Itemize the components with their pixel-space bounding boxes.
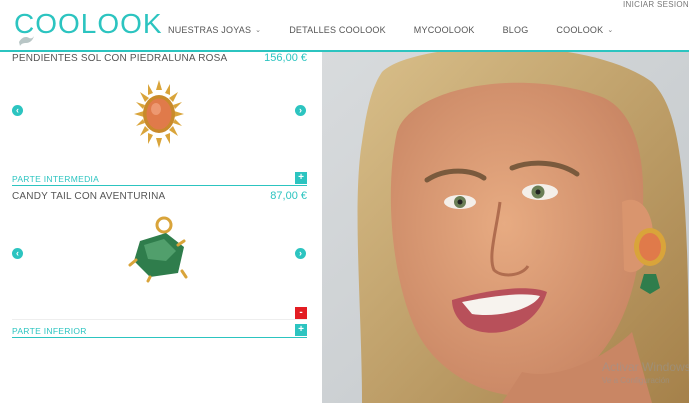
section-label: PARTE INTERMEDIA: [12, 174, 100, 184]
nav-item-label: MYCOOLOOK: [413, 25, 475, 35]
nav-item-label: COOLOOK: [556, 25, 604, 35]
product-title: PENDIENTES SOL CON PIEDRALUNA ROSA: [12, 53, 228, 64]
expand-plus-icon[interactable]: +: [295, 324, 307, 336]
nav-item-detalles-coolook[interactable]: DETALLES COOLOOK: [289, 25, 386, 35]
nav-item-mycoolook[interactable]: MYCOOLOOK: [414, 25, 475, 35]
nav-item-label: DETALLES COOLOOK: [289, 25, 386, 35]
prev-arrow-icon[interactable]: ‹: [12, 248, 23, 259]
bird-logo-icon: [19, 36, 34, 46]
signin-link[interactable]: INICIAR SESION: [623, 0, 689, 9]
model-portrait-image: [322, 52, 689, 403]
nav-item-blog[interactable]: BLOG: [503, 25, 529, 35]
watermark-text: Activar Windows: [602, 360, 689, 374]
product-title: CANDY TAIL CON AVENTURINA: [12, 191, 166, 202]
header: COOLOOK INICIAR SESION NUESTRAS JOYAS ⌄ …: [0, 0, 689, 52]
section-label: PARTE INFERIOR: [12, 326, 87, 336]
nav-item-label: NUESTRAS JOYAS: [168, 25, 252, 35]
next-arrow-icon[interactable]: ›: [295, 248, 306, 259]
product-price: 87,00 €: [270, 190, 307, 202]
section-parte-inferior[interactable]: PARTE INFERIOR +: [12, 324, 307, 338]
chevron-down-icon: ⌄: [607, 27, 614, 34]
prev-arrow-icon[interactable]: ‹: [12, 105, 23, 116]
earring-image[interactable]: [128, 76, 190, 152]
section-parte-intermedia[interactable]: PARTE INTERMEDIA +: [12, 172, 307, 186]
nav-item-label: BLOG: [502, 25, 529, 35]
nav-item-coolook[interactable]: COOLOOK ⌄: [556, 25, 613, 35]
divider: [12, 319, 307, 320]
next-arrow-icon[interactable]: ›: [295, 105, 306, 116]
model-photo: [322, 52, 689, 403]
product-price: 156,00 €: [264, 52, 307, 64]
configurator-panel: PENDIENTES SOL CON PIEDRALUNA ROSA 156,0…: [0, 52, 322, 403]
page: COOLOOK INICIAR SESION NUESTRAS JOYAS ⌄ …: [0, 0, 689, 403]
remove-button[interactable]: -: [295, 307, 307, 319]
nav-item-nuestras-joyas[interactable]: NUESTRAS JOYAS ⌄: [168, 25, 261, 35]
logo[interactable]: COOLOOK: [14, 8, 163, 40]
chevron-down-icon: ⌄: [255, 27, 262, 34]
expand-plus-icon[interactable]: +: [295, 172, 307, 184]
pendant-image[interactable]: [126, 215, 192, 283]
watermark-subtext: Ve a Configuración: [602, 376, 670, 385]
main-nav: NUESTRAS JOYAS ⌄ DETALLES COOLOOK MYCOOL…: [168, 25, 641, 35]
